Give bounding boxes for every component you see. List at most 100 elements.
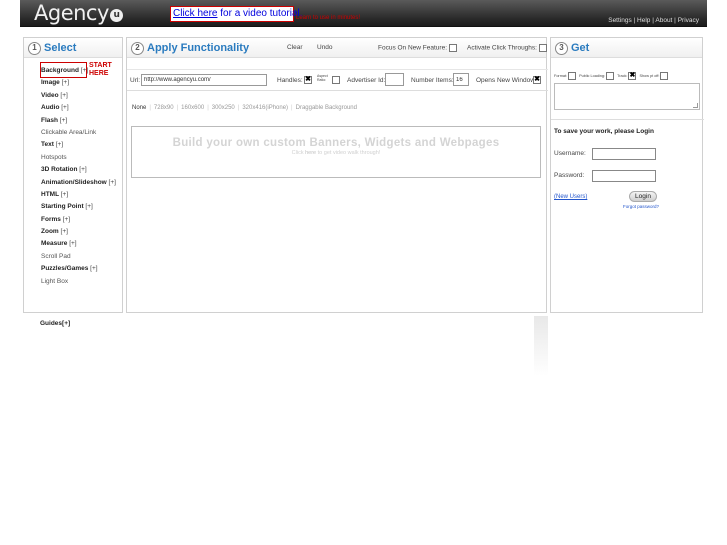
guides-toggle[interactable]: Guides[+] xyxy=(40,320,70,327)
select-item-html[interactable]: HTML [+] xyxy=(41,189,116,201)
select-item-animation-slideshow[interactable]: Animation/Slideshow [+] xyxy=(41,177,116,189)
select-item-zoom[interactable]: Zoom [+] xyxy=(41,226,116,238)
expand-toggle[interactable]: [+] xyxy=(61,191,68,198)
aspect-ratio-label: Aspect Ratio: xyxy=(317,74,328,82)
expand-toggle[interactable]: [+] xyxy=(61,228,68,235)
video-tutorial-banner[interactable]: Click here for a video tutorial. xyxy=(170,6,303,22)
size-preset-draggable-background[interactable]: Draggable Background xyxy=(296,105,357,111)
option-label: Show pt off: xyxy=(639,74,660,78)
select-item-light-box[interactable]: Light Box xyxy=(41,276,116,288)
size-preset-300x250[interactable]: 300x250 xyxy=(212,105,235,111)
opens-new-window-checkbox[interactable]: ✖ xyxy=(533,76,541,84)
select-item-scroll-pad[interactable]: Scroll Pad xyxy=(41,251,116,263)
select-item-label: 3D Rotation xyxy=(41,166,78,174)
select-item-flash[interactable]: Flash [+] xyxy=(41,115,116,127)
expand-toggle[interactable]: [+] xyxy=(109,179,116,186)
select-item-label: Text xyxy=(41,141,54,149)
expand-toggle[interactable]: [+] xyxy=(69,240,76,247)
expand-toggle[interactable]: [+] xyxy=(79,166,86,173)
save-work-prompt: To save your work, please Login xyxy=(554,128,654,135)
select-item-image[interactable]: Image [+] xyxy=(41,77,116,89)
expand-toggle[interactable]: [+] xyxy=(85,203,92,210)
expand-toggle[interactable]: [+] xyxy=(90,265,97,272)
select-item-forms[interactable]: Forms [+] xyxy=(41,214,116,226)
expand-toggle[interactable]: [+] xyxy=(56,141,63,148)
username-input[interactable] xyxy=(592,148,656,160)
video-tutorial-link[interactable]: Click here xyxy=(173,8,217,19)
resize-grip-icon[interactable] xyxy=(693,103,698,108)
select-item-video[interactable]: Video [+] xyxy=(41,90,116,102)
size-preset-none[interactable]: None xyxy=(132,105,146,111)
get-title: Get xyxy=(571,42,590,54)
select-item-label: Forms xyxy=(41,215,61,223)
scroll-track xyxy=(534,316,548,376)
focus-checkbox[interactable] xyxy=(448,44,457,52)
activate-click-throughs: Activate Click Throughs: xyxy=(467,44,547,52)
option-label: Format: xyxy=(554,74,568,78)
select-item-measure[interactable]: Measure [+] xyxy=(41,238,116,250)
expand-toggle[interactable]: [+] xyxy=(60,117,67,124)
select-item-text[interactable]: Text [+] xyxy=(41,139,116,151)
learn-tagline: Learn to use in minutes! xyxy=(296,15,361,21)
advertiser-label: Advertiser Id: xyxy=(347,77,386,84)
advertiser-id-input[interactable] xyxy=(385,73,404,86)
option-checkbox[interactable] xyxy=(568,72,577,80)
size-preset-728x90[interactable]: 728x90 xyxy=(154,105,174,111)
select-item-audio[interactable]: Audio [+] xyxy=(41,102,116,114)
expand-toggle[interactable]: [+] xyxy=(63,216,70,223)
start-here-line-2: HERE xyxy=(89,70,109,77)
expand-toggle[interactable]: [+] xyxy=(60,92,67,99)
activate-checkbox[interactable] xyxy=(538,44,547,52)
about-link[interactable]: About xyxy=(655,17,672,24)
option-checkbox[interactable] xyxy=(660,72,669,80)
url-input[interactable] xyxy=(141,74,267,86)
start-here-label: START HERE xyxy=(89,62,112,78)
select-item-puzzles-games[interactable]: Puzzles/Games [+] xyxy=(41,263,116,275)
privacy-link[interactable]: Privacy xyxy=(678,17,699,24)
logo-text: Agency xyxy=(34,1,109,25)
undo-button[interactable]: Undo xyxy=(317,44,333,51)
select-item-label: HTML xyxy=(41,190,59,198)
select-item-label: Audio xyxy=(41,104,60,112)
size-preset-320x416-iphone-[interactable]: 320x416(iPhone) xyxy=(242,105,288,111)
settings-link[interactable]: Settings xyxy=(608,17,632,24)
select-item-3d-rotation[interactable]: 3D Rotation [+] xyxy=(41,164,116,176)
canvas-sub-pre: Click xyxy=(291,150,306,156)
start-here-line-1: START xyxy=(89,62,112,69)
password-label: Password: xyxy=(554,172,585,179)
video-walkthrough-link[interactable]: here xyxy=(305,150,316,156)
select-item-label: Zoom xyxy=(41,228,59,236)
select-item-label: Video xyxy=(41,91,59,99)
activate-label: Activate Click Throughs: xyxy=(467,44,537,52)
select-item-clickable-area-link[interactable]: Clickable Area/Link xyxy=(41,127,116,139)
select-item-label: Measure xyxy=(41,240,68,248)
select-item-hotspots[interactable]: Hotspots xyxy=(41,152,116,164)
handles-checkbox[interactable]: ✖ xyxy=(304,76,312,84)
new-users-link[interactable]: (New Users) xyxy=(554,194,587,200)
option-checkbox[interactable]: ✖ xyxy=(628,72,637,80)
canvas-sub-post: to get video walk through! xyxy=(316,150,381,156)
option-label: Public Loading: xyxy=(579,74,606,78)
agency-logo[interactable]: Agency u xyxy=(34,1,123,25)
select-panel-header: 1 Select xyxy=(24,38,122,58)
option-checkbox[interactable] xyxy=(606,72,615,80)
number-items-input[interactable] xyxy=(453,73,469,86)
opens-new-window-label: Opens New Window: xyxy=(476,77,537,84)
aspect-line-2: Ratio: xyxy=(317,78,327,82)
expand-toggle[interactable]: [+] xyxy=(62,79,69,86)
number-items-label: Number Items: xyxy=(411,77,454,84)
canvas-title: Build your own custom Banners, Widgets a… xyxy=(172,137,500,149)
embed-code-textarea[interactable] xyxy=(554,83,700,110)
design-canvas[interactable]: Build your own custom Banners, Widgets a… xyxy=(131,126,541,178)
login-button[interactable]: Login xyxy=(629,191,657,202)
help-link[interactable]: Help xyxy=(637,17,650,24)
select-item-label: Flash xyxy=(41,116,58,124)
clear-button[interactable]: Clear xyxy=(287,44,303,51)
size-preset-160x600[interactable]: 160x600 xyxy=(181,105,204,111)
video-tutorial-text: for a video tutorial. xyxy=(217,8,303,19)
expand-toggle[interactable]: [+] xyxy=(61,104,68,111)
password-input[interactable] xyxy=(592,170,656,182)
forgot-password-link[interactable]: Forgot password? xyxy=(623,204,659,209)
aspect-ratio-checkbox[interactable] xyxy=(332,76,340,84)
select-item-starting-point[interactable]: Starting Point [+] xyxy=(41,201,116,213)
